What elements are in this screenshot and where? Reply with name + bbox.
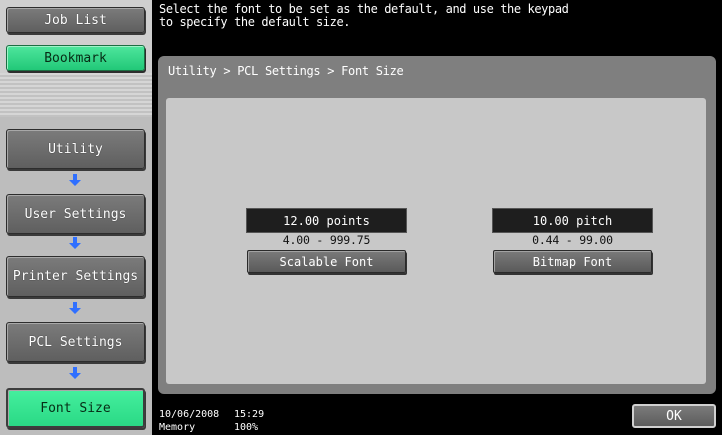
font-size-content: 12.00 points 4.00 - 999.75 Scalable Font… [166, 98, 706, 384]
main-panel: Utility > PCL Settings > Font Size 12.00… [152, 44, 722, 400]
user-settings-button[interactable]: User Settings [6, 194, 145, 234]
bitmap-pitch-value[interactable]: 10.00 pitch [492, 208, 653, 233]
status-date: 10/06/2008 [159, 409, 220, 420]
instruction-message: Select the font to be set as the default… [159, 2, 569, 29]
down-arrow-icon [69, 174, 81, 186]
scalable-size-value[interactable]: 12.00 points [246, 208, 407, 233]
scalable-size-range: 4.00 - 999.75 [282, 233, 371, 247]
down-arrow-icon [69, 237, 81, 249]
ok-button[interactable]: OK [632, 404, 716, 428]
breadcrumb: Utility > PCL Settings > Font Size [168, 64, 404, 78]
job-list-button[interactable]: Job List [6, 7, 145, 33]
memory-value: 100% [234, 422, 259, 433]
font-size-button[interactable]: Font Size [6, 388, 145, 428]
down-arrow-icon [69, 367, 81, 379]
status-time: 15:29 [234, 409, 265, 420]
scalable-font-button[interactable]: Scalable Font [247, 250, 406, 273]
settings-frame: Utility > PCL Settings > Font Size 12.00… [158, 56, 716, 394]
left-nav: Job List Bookmark Utility User Settings … [0, 0, 152, 435]
bitmap-pitch-range: 0.44 - 99.00 [532, 233, 613, 247]
bitmap-font-button[interactable]: Bitmap Font [493, 250, 652, 273]
utility-button[interactable]: Utility [6, 129, 145, 169]
down-arrow-icon [69, 302, 81, 314]
printer-settings-button[interactable]: Printer Settings [6, 256, 145, 297]
status-bar: 10/06/2008 15:29 Memory 100% OK [152, 400, 722, 435]
bookmark-button[interactable]: Bookmark [6, 45, 145, 71]
message-bar: Select the font to be set as the default… [152, 0, 722, 44]
pcl-settings-button[interactable]: PCL Settings [6, 322, 145, 362]
left-divider-band [0, 73, 152, 117]
memory-label: Memory [159, 422, 196, 433]
